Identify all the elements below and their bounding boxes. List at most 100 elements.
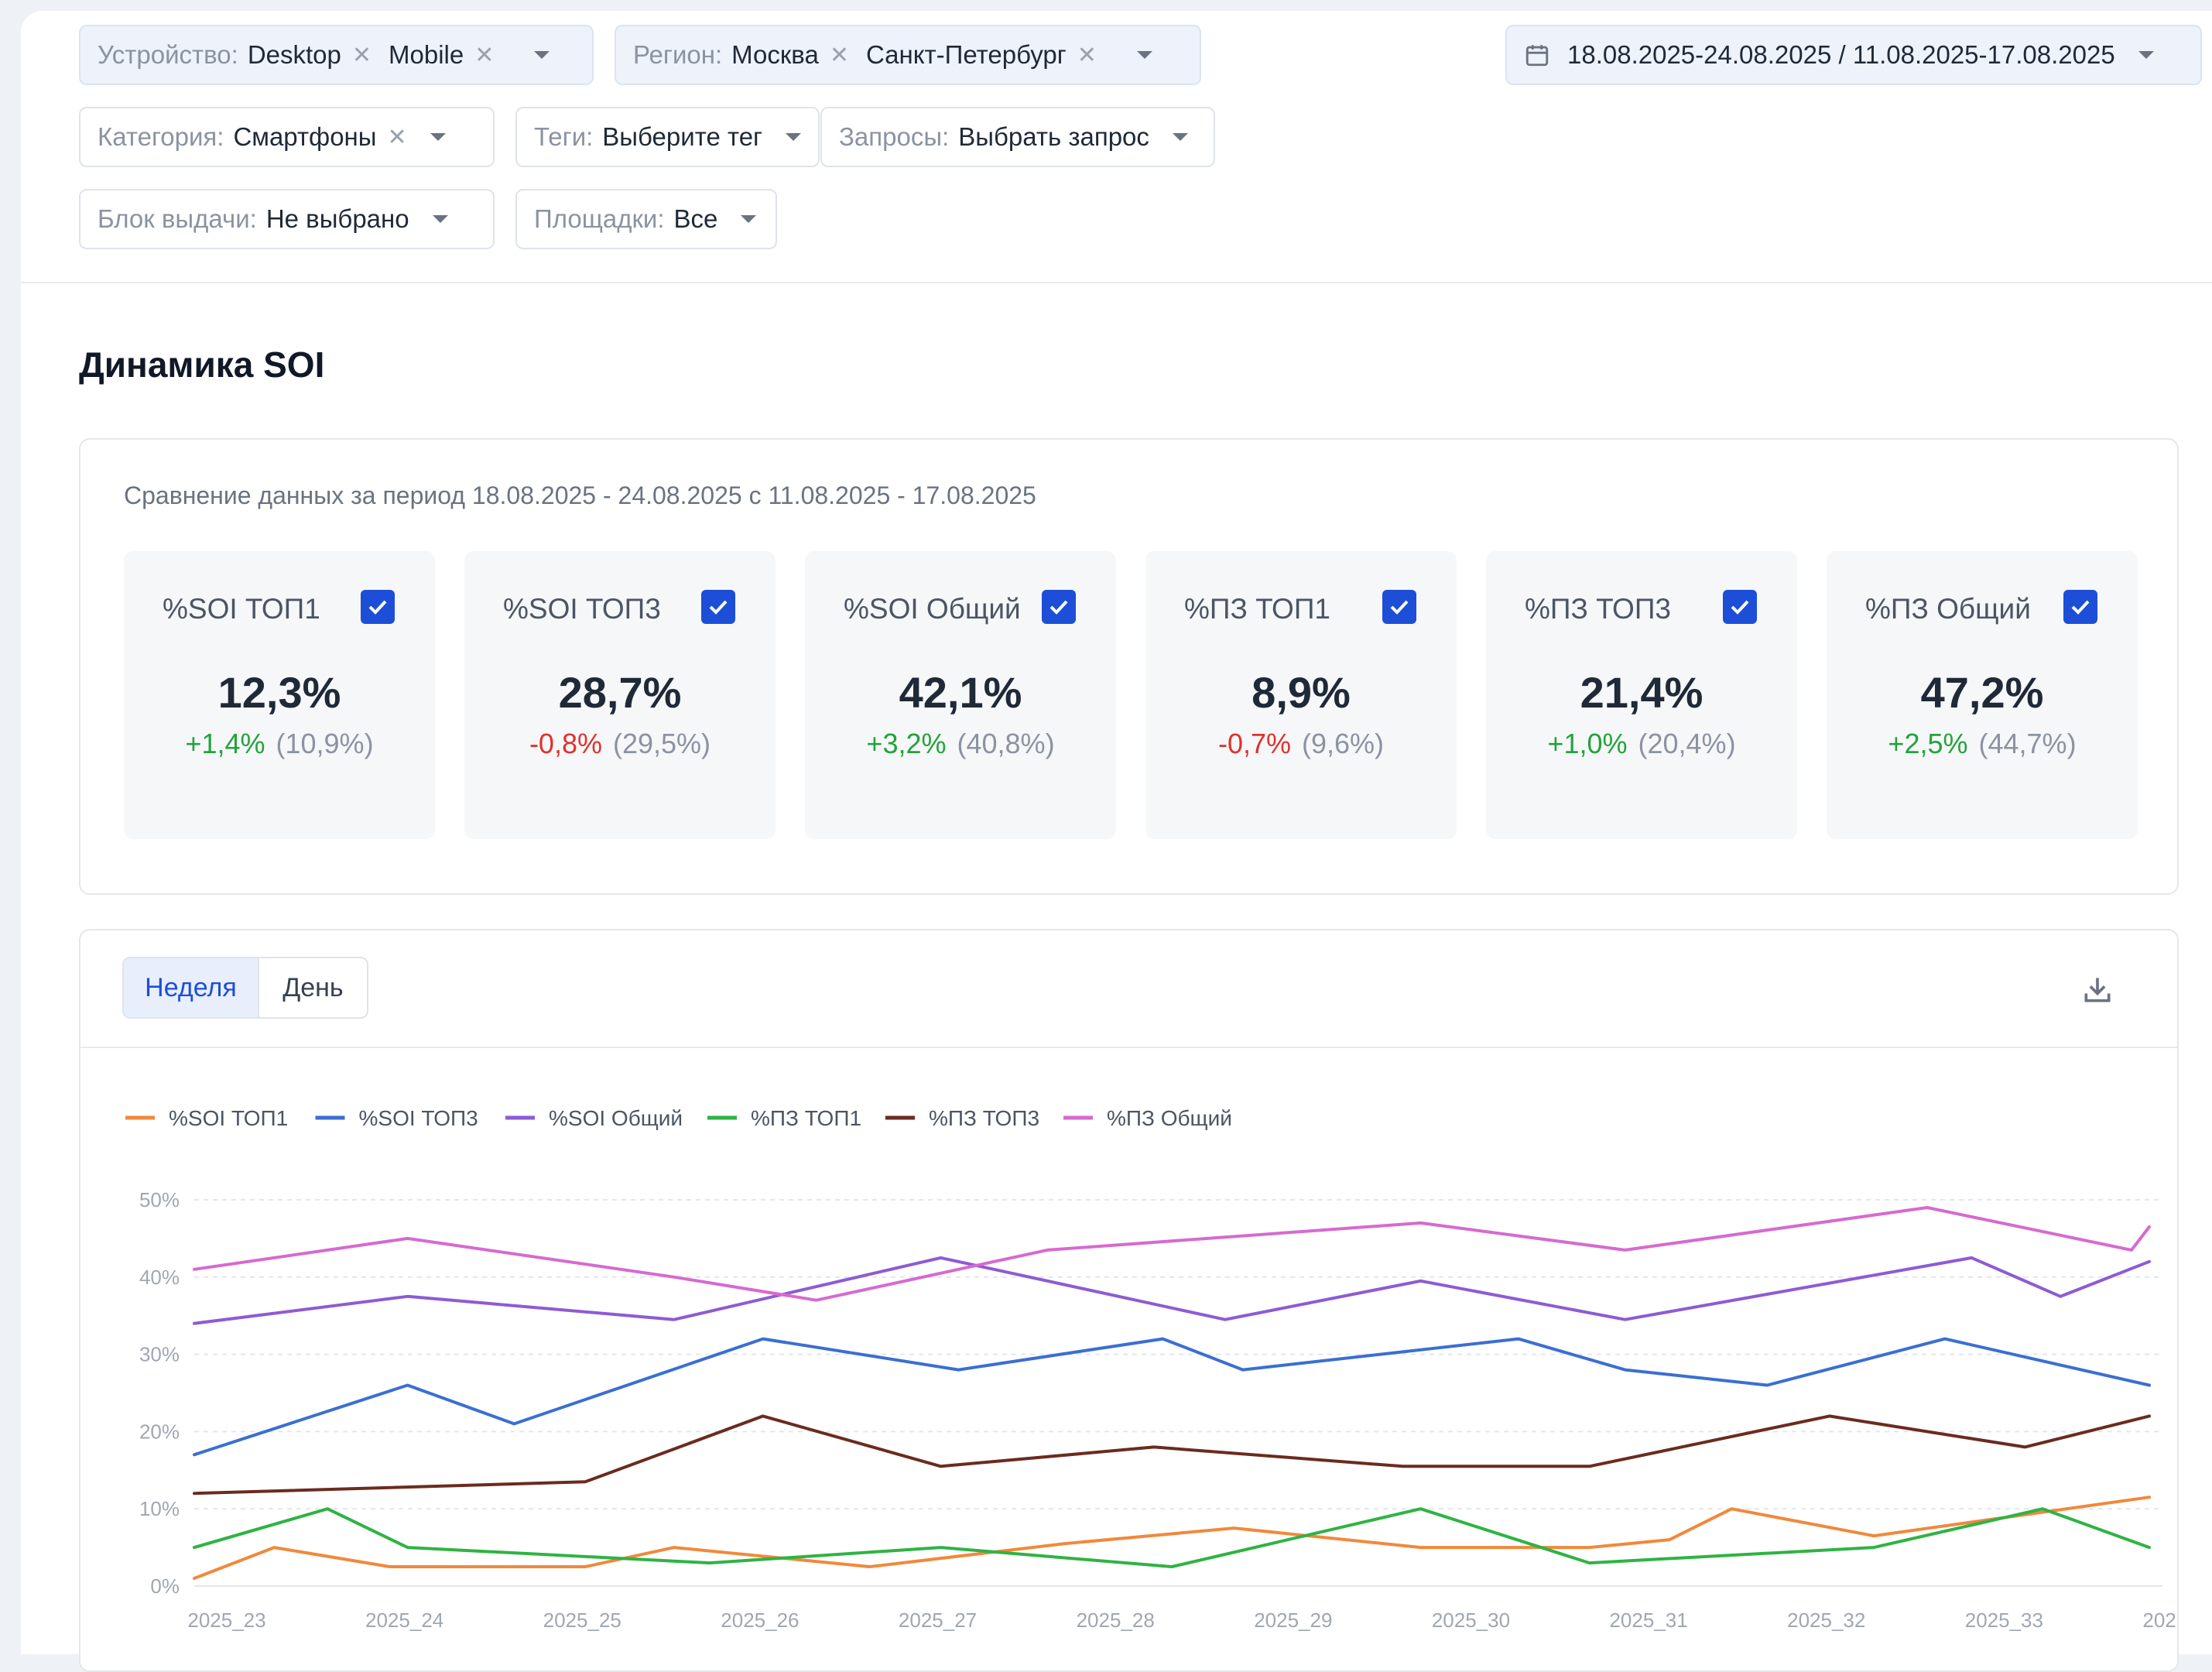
tags-filter[interactable]: Теги: Выберите тег (515, 107, 820, 167)
metric-value: 8,9% (1252, 668, 1351, 717)
legend-label: %SOI Общий (549, 1106, 683, 1130)
metric-change: -0,8% (29,5%) (464, 728, 776, 760)
y-tick-label: 10% (139, 1497, 180, 1520)
region-tag-spb: Санкт-Петербург (865, 40, 1067, 69)
x-tick-label: 2025_33 (1965, 1609, 2043, 1632)
remove-tag-icon[interactable]: ✕ (830, 42, 849, 69)
series-line (193, 1507, 2151, 1568)
checkbox-checked-icon[interactable] (701, 590, 735, 624)
metric-value: 12,3% (217, 668, 341, 717)
x-tick-label: 2025_24 (365, 1609, 443, 1632)
region-filter-label: Регион: (633, 40, 723, 69)
metric-change: +1,4% (10,9%) (124, 728, 435, 760)
x-tick-label: 2025_31 (1609, 1609, 1687, 1632)
tags-filter-label: Теги: (534, 122, 594, 151)
checkbox-checked-icon[interactable] (361, 590, 395, 624)
chevron-down-icon[interactable] (430, 133, 446, 141)
metric-card: %ПЗ ТОП3 21,4% +1,0% (20,4%) (1486, 551, 1797, 839)
x-tick-label: 2025_30 (1432, 1609, 1510, 1632)
queries-filter-label: Запросы: (839, 122, 950, 151)
chevron-down-icon[interactable] (432, 215, 448, 223)
metric-name: %ПЗ ТОП1 (1184, 593, 1331, 625)
legend-label: %SOI ТОП1 (169, 1106, 288, 1130)
remove-tag-icon[interactable]: ✕ (1077, 42, 1097, 69)
legend-label: %ПЗ ТОП3 (929, 1106, 1039, 1130)
remove-tag-icon[interactable]: ✕ (474, 42, 494, 69)
chevron-down-icon[interactable] (534, 51, 550, 59)
x-tick-label: 2025_26 (721, 1609, 799, 1632)
checkbox-checked-icon[interactable] (2063, 590, 2097, 624)
x-tick-label: 2025_27 (899, 1609, 977, 1632)
metric-previous: (40,8%) (957, 728, 1055, 759)
device-tag-desktop: Desktop (247, 40, 341, 69)
tags-value: Выберите тег (602, 122, 763, 151)
metric-previous: (20,4%) (1638, 728, 1736, 759)
chevron-down-icon[interactable] (741, 215, 757, 223)
region-filter[interactable]: Регион: Москва ✕ Санкт-Петербург ✕ (615, 25, 1201, 85)
series-line (193, 1256, 2151, 1325)
y-tick-label: 50% (139, 1188, 180, 1211)
series-line (193, 1206, 2151, 1302)
metric-name: %SOI ТОП3 (503, 593, 661, 625)
platforms-value: Все (673, 204, 718, 233)
x-tick-label: 2025_23 (187, 1609, 265, 1632)
metric-card: %ПЗ ТОП1 8,9% -0,7% (9,6%) (1145, 551, 1457, 839)
x-tick-label: 2025_29 (1254, 1609, 1332, 1632)
filters-panel: Устройство: Desktop ✕ Mobile ✕ Регион: М… (21, 11, 2212, 283)
metric-change: +2,5% (44,7%) (1827, 728, 2138, 760)
series-line (193, 1414, 2151, 1496)
metric-delta: +1,4% (185, 728, 265, 759)
category-filter-label: Категория: (98, 122, 224, 151)
metric-name: %ПЗ ТОП3 (1525, 593, 1672, 625)
chevron-down-icon[interactable] (2138, 51, 2154, 59)
platforms-filter-label: Площадки: (534, 204, 665, 233)
checkbox-checked-icon[interactable] (1382, 590, 1416, 624)
page: Устройство: Desktop ✕ Mobile ✕ Регион: М… (21, 11, 2212, 1672)
chevron-down-icon[interactable] (1136, 51, 1152, 59)
series-line (193, 1337, 2151, 1457)
chevron-down-icon[interactable] (1172, 133, 1188, 141)
block-value: Не выбрано (265, 204, 409, 233)
metric-value: 42,1% (899, 668, 1022, 717)
block-filter[interactable]: Блок выдачи: Не выбрано (79, 189, 495, 249)
block-filter-label: Блок выдачи: (98, 204, 257, 233)
y-tick-label: 30% (139, 1343, 180, 1366)
platforms-filter[interactable]: Площадки: Все (515, 189, 777, 249)
remove-tag-icon[interactable]: ✕ (352, 42, 372, 69)
metric-card: %SOI ТОП1 12,3% +1,4% (10,9%) (124, 551, 435, 839)
x-tick-label: 2025_32 (1787, 1609, 1865, 1632)
metric-delta: +1,0% (1547, 728, 1628, 759)
legend-label: %ПЗ ТОП1 (751, 1106, 861, 1130)
checkbox-checked-icon[interactable] (1723, 590, 1757, 624)
metric-previous: (9,6%) (1302, 728, 1385, 759)
queries-value: Выбрать запрос (958, 122, 1149, 151)
checkbox-checked-icon[interactable] (1042, 590, 1076, 624)
metric-value: 28,7% (558, 668, 682, 717)
queries-filter[interactable]: Запросы: Выбрать запрос (820, 107, 1215, 167)
chevron-down-icon[interactable] (786, 133, 802, 141)
y-tick-label: 20% (139, 1420, 180, 1443)
period-picker[interactable]: 18.08.2025-24.08.2025 / 11.08.2025-17.08… (1505, 25, 2202, 85)
device-filter[interactable]: Устройство: Desktop ✕ Mobile ✕ (79, 25, 594, 85)
category-filter[interactable]: Категория: Смартфоны ✕ (79, 107, 495, 167)
region-tag-moscow: Москва (731, 40, 819, 69)
metric-card: %SOI Общий 42,1% +3,2% (40,8%) (805, 551, 1116, 839)
remove-tag-icon[interactable]: ✕ (388, 124, 407, 151)
metric-delta: +3,2% (866, 728, 947, 759)
category-tag: Смартфоны (233, 122, 377, 151)
y-tick-label: 0% (150, 1574, 180, 1598)
metric-delta: -0,7% (1217, 728, 1291, 759)
metric-delta: +2,5% (1888, 728, 1968, 759)
metric-previous: (10,9%) (276, 728, 374, 759)
metric-previous: (29,5%) (612, 728, 711, 759)
chart-card: Неделя День 0% 10% 20% 30% 40% 50% 2025_23 2025… (79, 929, 2179, 1672)
metric-card: %SOI ТОП3 28,7% -0,8% (29,5%) (464, 551, 776, 839)
x-tick-label: 2025_34 (2142, 1609, 2177, 1632)
legend-label: %ПЗ Общий (1107, 1106, 1232, 1130)
x-tick-label: 2025_25 (543, 1609, 621, 1632)
metric-previous: (44,7%) (1978, 728, 2077, 759)
metric-change: -0,7% (9,6%) (1145, 728, 1457, 760)
metric-value: 21,4% (1580, 668, 1704, 717)
metric-change: +3,2% (40,8%) (805, 728, 1116, 760)
comparison-text: Сравнение данных за период 18.08.2025 - … (124, 481, 1036, 509)
